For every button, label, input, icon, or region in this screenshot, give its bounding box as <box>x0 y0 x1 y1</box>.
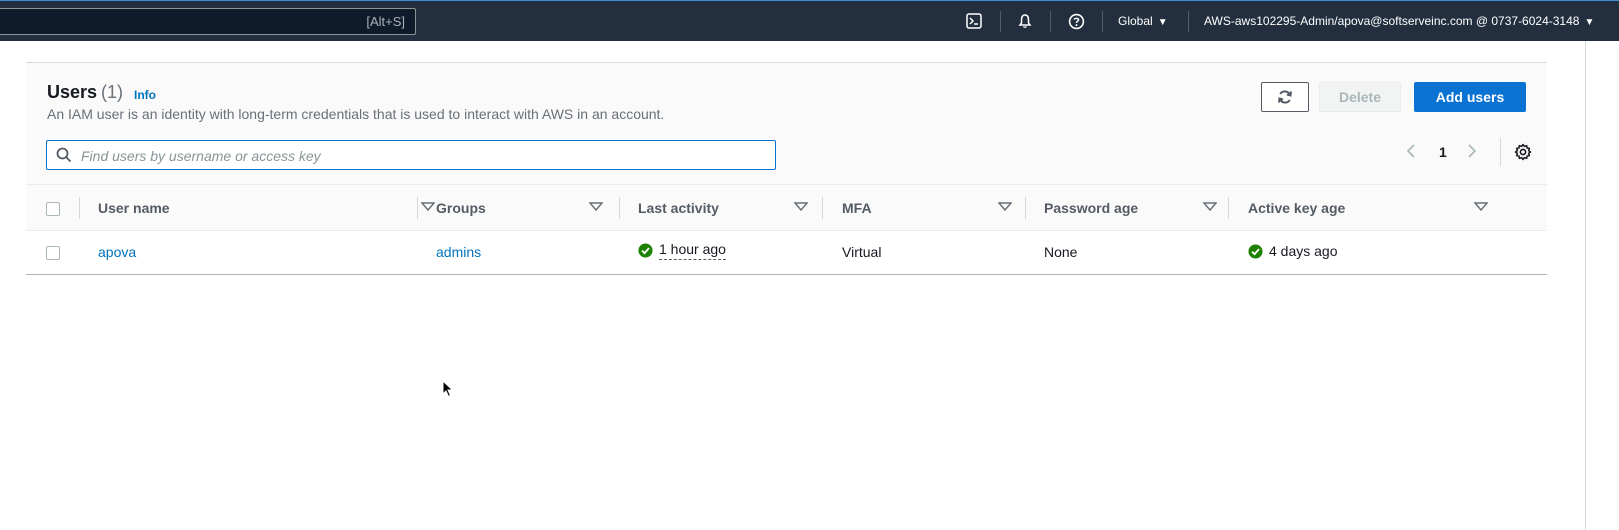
nav-divider <box>1188 11 1189 32</box>
column-divider <box>1228 197 1229 219</box>
panel-description: An IAM user is an identity with long-ter… <box>47 106 665 122</box>
account-label: AWS-aws102295-Admin/apova@softserveinc.c… <box>1204 14 1580 28</box>
sort-caret-icon[interactable] <box>794 202 808 212</box>
info-link[interactable]: Info <box>134 88 156 102</box>
table-settings-gear-icon[interactable] <box>1514 143 1532 166</box>
bell-icon[interactable] <box>1015 11 1035 31</box>
pagination-previous-icon[interactable] <box>1406 144 1416 161</box>
title-text: Users <box>47 82 98 102</box>
region-selector[interactable]: Global ▼ <box>1118 14 1168 28</box>
table-row: apova admins 1 hour ago Virtual None 4 d… <box>26 231 1547 275</box>
column-header-groups[interactable]: Groups <box>436 185 486 231</box>
sort-caret-icon[interactable] <box>1203 202 1217 212</box>
search-shortcut-hint: [Alt+S] <box>366 14 405 29</box>
success-check-icon <box>638 243 653 258</box>
top-navigation-bar: [Alt+S] Global ▼ AWS-aws102295-Admin/apov… <box>0 0 1619 41</box>
caret-down-icon: ▼ <box>1157 17 1168 28</box>
add-users-button[interactable]: Add users <box>1414 82 1526 112</box>
region-label: Global <box>1118 14 1153 28</box>
sort-caret-icon[interactable] <box>589 202 603 212</box>
delete-button[interactable]: Delete <box>1319 82 1401 112</box>
users-table-container: Users (1) Info An IAM user is an identity… <box>26 62 1547 275</box>
nav-divider <box>1000 11 1001 32</box>
sort-caret-icon[interactable] <box>1474 202 1488 212</box>
success-check-icon <box>1248 243 1263 259</box>
table-header-row: User name Groups Last activity MFA Passw… <box>26 184 1547 231</box>
column-divider <box>1025 197 1026 219</box>
user-name-link[interactable]: apova <box>98 244 136 260</box>
pagination-current-page[interactable]: 1 <box>1439 144 1447 160</box>
column-header-active-key-age[interactable]: Active key age <box>1248 185 1345 231</box>
last-activity-value[interactable]: 1 hour ago <box>659 241 726 260</box>
column-header-password-age[interactable]: Password age <box>1044 185 1138 231</box>
refresh-button[interactable] <box>1261 82 1309 112</box>
cloudshell-icon[interactable] <box>964 11 984 31</box>
pagination-next-icon[interactable] <box>1467 144 1477 161</box>
refresh-icon <box>1278 90 1292 104</box>
sort-caret-icon[interactable] <box>421 202 435 212</box>
column-header-user-name[interactable]: User name <box>98 185 170 231</box>
user-count: (1) <box>101 82 124 102</box>
caret-down-icon: ▼ <box>1584 17 1595 28</box>
column-header-mfa[interactable]: MFA <box>842 185 872 231</box>
user-search-field[interactable] <box>46 140 776 170</box>
mouse-cursor-icon <box>442 380 454 398</box>
pager-divider <box>1500 138 1501 166</box>
page-edge-divider <box>1585 41 1586 530</box>
users-panel-header: Users (1) Info An IAM user is an identity… <box>26 63 1547 184</box>
search-icon <box>56 147 72 163</box>
row-select-checkbox[interactable] <box>46 246 60 260</box>
active-key-age-value: 4 days ago <box>1269 243 1338 259</box>
page-title: Users (1) <box>47 82 123 103</box>
mfa-value: Virtual <box>842 244 882 260</box>
password-age-value: None <box>1044 244 1078 260</box>
nav-divider <box>1050 11 1051 32</box>
help-icon[interactable] <box>1066 11 1086 31</box>
group-link[interactable]: admins <box>436 244 481 260</box>
user-search-input[interactable] <box>79 146 723 166</box>
column-divider <box>619 197 620 219</box>
column-header-last-activity[interactable]: Last activity <box>638 185 719 231</box>
select-all-checkbox[interactable] <box>46 202 60 216</box>
global-search-input[interactable]: [Alt+S] <box>0 8 416 35</box>
nav-divider <box>1102 11 1103 32</box>
column-divider <box>417 197 418 219</box>
last-activity-cell: 1 hour ago <box>638 241 726 260</box>
account-menu[interactable]: AWS-aws102295-Admin/apova@softserveinc.c… <box>1204 14 1594 28</box>
column-divider <box>79 197 80 219</box>
column-divider <box>822 197 823 219</box>
sort-caret-icon[interactable] <box>998 202 1012 212</box>
active-key-age-cell: 4 days ago <box>1248 243 1338 259</box>
